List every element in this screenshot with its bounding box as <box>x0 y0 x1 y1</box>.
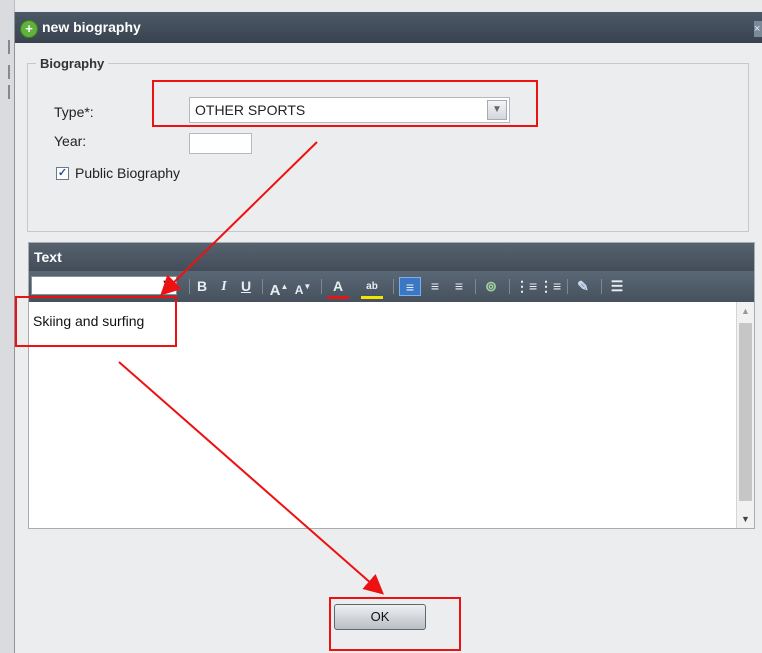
arrow-type-to-text <box>160 141 318 296</box>
annotation-arrows <box>118 141 385 595</box>
arrow-text-to-ok <box>118 361 385 595</box>
